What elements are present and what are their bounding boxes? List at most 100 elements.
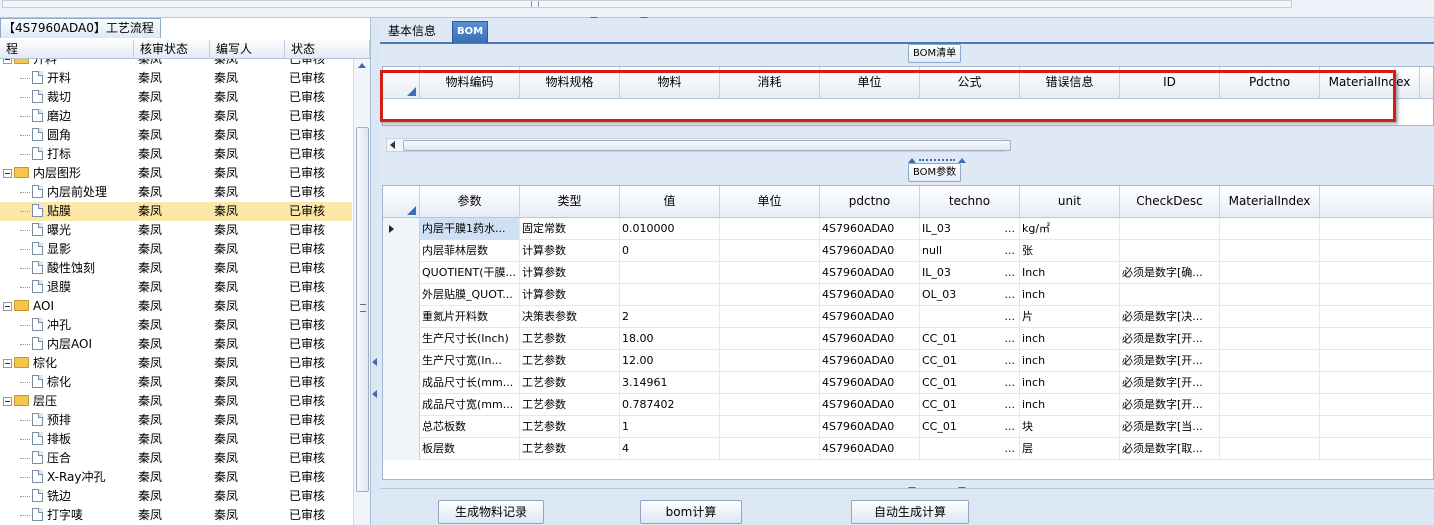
table-cell[interactable]: inch [1020,328,1120,350]
table-cell[interactable]: ... [920,306,1020,328]
ellipsis-button[interactable]: ... [1005,394,1016,416]
tree-item-row[interactable]: 打字唛 秦凤 秦凤 已审核 [0,506,352,525]
table-row[interactable]: 内层菲林层数 计算参数 0 4S7960ADA0 null... 张 [383,240,1433,262]
column-header[interactable]: MaterialIndex [1320,67,1420,99]
table-cell[interactable]: 4S7960ADA0 [820,394,920,416]
table-cell[interactable] [720,416,820,438]
table-cell[interactable]: 块 [1020,416,1120,438]
table-cell[interactable]: 4S7960ADA0 [820,240,920,262]
table-cell[interactable] [720,372,820,394]
column-header[interactable]: 单位 [720,186,820,218]
table-cell[interactable] [1220,416,1320,438]
column-header[interactable]: 错误信息 [1020,67,1120,99]
table-row[interactable]: 生产尺寸长(Inch) 工艺参数 18.00 4S7960ADA0 CC_01... in… [383,328,1433,350]
tab-bom[interactable]: BOM [452,21,488,43]
table-cell[interactable] [620,284,720,306]
table-cell[interactable]: 必须是数字[确... [1120,262,1220,284]
collapse-toggle-icon[interactable] [3,169,12,178]
table-cell[interactable] [1220,262,1320,284]
ellipsis-button[interactable]: ... [1005,438,1016,460]
tree-folder-row[interactable]: 棕化 秦凤 秦凤 已审核 [0,354,352,373]
row-header[interactable] [383,306,420,328]
table-cell[interactable]: 张 [1020,240,1120,262]
generate-material-button[interactable]: 生成物料记录 [438,500,544,524]
tree-folder-row[interactable]: 内层图形 秦凤 秦凤 已审核 [0,164,352,183]
table-cell[interactable] [1120,240,1220,262]
table-cell[interactable]: null... [920,240,1020,262]
table-cell[interactable]: 片 [1020,306,1120,328]
table-cell[interactable]: CC_01... [920,372,1020,394]
table-cell[interactable]: 4S7960ADA0 [820,372,920,394]
ellipsis-button[interactable]: ... [1005,306,1016,328]
column-header-review-status[interactable]: 核审状态 [134,40,210,59]
tree-folder-row[interactable]: 开料 秦凤 秦凤 已审核 [0,59,352,69]
table-cell[interactable] [1120,218,1220,240]
tree-item-row[interactable]: X-Ray冲孔 秦凤 秦凤 已审核 [0,468,352,487]
table-cell[interactable]: 3.14961 [620,372,720,394]
row-header[interactable] [383,262,420,284]
table-cell[interactable]: 工艺参数 [520,438,620,460]
table-cell[interactable]: 固定常数 [520,218,620,240]
column-header[interactable]: CheckDesc [1120,186,1220,218]
scroll-up-icon[interactable] [358,63,366,68]
table-cell[interactable] [1220,284,1320,306]
column-header[interactable]: MaterialIndex [1220,186,1320,218]
column-header-process[interactable]: 程 [0,40,134,59]
table-cell[interactable]: 必须是数字[开... [1120,372,1220,394]
column-header[interactable]: 参数 [420,186,520,218]
table-cell[interactable]: 成品尺寸宽(mm... [420,394,520,416]
table-cell[interactable]: 2 [620,306,720,328]
table-cell[interactable]: 内层菲林层数 [420,240,520,262]
table-cell[interactable]: 1 [620,416,720,438]
table-cell[interactable]: 必须是数字[决... [1120,306,1220,328]
table-cell[interactable]: inch [1020,284,1120,306]
table-cell[interactable]: 4S7960ADA0 [820,262,920,284]
table-cell[interactable]: 工艺参数 [520,350,620,372]
scroll-thumb[interactable] [403,140,1011,151]
ellipsis-button[interactable]: ... [1005,372,1016,394]
table-cell[interactable]: 4 [620,438,720,460]
row-header[interactable] [383,218,420,240]
row-header[interactable] [383,328,420,350]
table-cell[interactable]: CC_01... [920,416,1020,438]
bom-calc-button[interactable]: bom计算 [640,500,742,524]
table-cell[interactable]: 生产尺寸宽(In... [420,350,520,372]
column-header[interactable]: 物料规格 [520,67,620,99]
tree-folder-row[interactable]: 层压 秦凤 秦凤 已审核 [0,392,352,411]
table-cell[interactable]: CC_01... [920,328,1020,350]
table-cell[interactable] [720,328,820,350]
table-cell[interactable]: IL_03... [920,218,1020,240]
table-cell[interactable]: 层 [1020,438,1120,460]
column-header-status[interactable]: 状态 [285,40,370,59]
table-cell[interactable]: 计算参数 [520,284,620,306]
ellipsis-button[interactable]: ... [1005,284,1016,306]
table-cell[interactable]: 工艺参数 [520,372,620,394]
tree-item-row[interactable]: 曝光 秦凤 秦凤 已审核 [0,221,352,240]
column-header[interactable]: 类型 [520,186,620,218]
collapse-toggle-icon[interactable] [3,397,12,406]
table-cell[interactable]: 外层贴膜_QUOT... [420,284,520,306]
select-all-corner[interactable] [383,67,420,99]
tree-item-row[interactable]: 棕化 秦凤 秦凤 已审核 [0,373,352,392]
tree-item-row[interactable]: 开料 秦凤 秦凤 已审核 [0,69,352,88]
table-cell[interactable]: QUOTIENT(干膜... [420,262,520,284]
column-header[interactable]: techno [920,186,1020,218]
table-cell[interactable]: 4S7960ADA0 [820,416,920,438]
column-header[interactable]: 值 [620,186,720,218]
top-splitter[interactable] [590,11,656,22]
ellipsis-button[interactable]: ... [1005,350,1016,372]
ellipsis-button[interactable]: ... [1005,240,1016,262]
tree-item-row[interactable]: 贴膜 秦凤 秦凤 已审核 [0,202,352,221]
row-header[interactable] [383,372,420,394]
table-row[interactable]: 总芯板数 工艺参数 1 4S7960ADA0 CC_01... 块必须是数字[当... [383,416,1433,438]
table-cell[interactable]: kg/㎡ [1020,218,1120,240]
table-cell[interactable]: OL_03... [920,284,1020,306]
table-cell[interactable] [1220,394,1320,416]
row-header[interactable] [383,394,420,416]
auto-calc-button[interactable]: 自动生成计算 [851,500,969,524]
column-header[interactable]: 公式 [920,67,1020,99]
scroll-thumb[interactable] [356,127,369,492]
table-cell[interactable]: 工艺参数 [520,416,620,438]
table-cell[interactable]: 4S7960ADA0 [820,218,920,240]
table-cell[interactable]: 12.00 [620,350,720,372]
